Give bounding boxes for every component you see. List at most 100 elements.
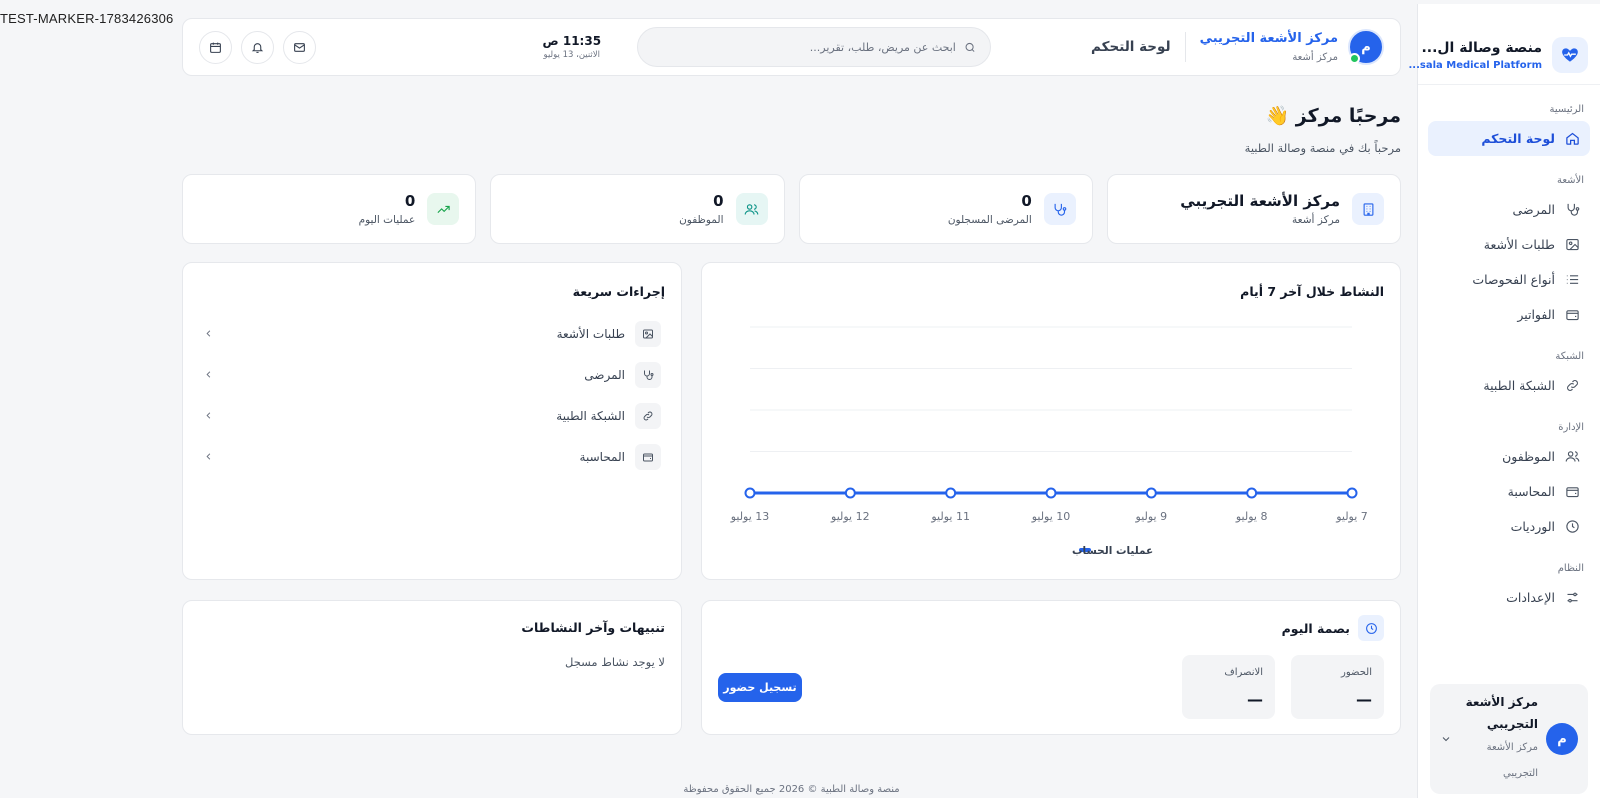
chevron-down-icon[interactable]: [1440, 733, 1452, 745]
user-name-line2: التجريبي: [1486, 717, 1538, 731]
header-user[interactable]: م مركز الأشعة التجريبي مركز أشعة: [1200, 29, 1384, 65]
chart-x-tick-label: 13 يوليو: [730, 510, 770, 523]
clock-time: 11:35 ص: [542, 34, 602, 48]
trending-up-icon: [427, 193, 460, 225]
sidebar-item-label: الفواتير: [1517, 307, 1555, 322]
sidebar-item-shifts[interactable]: الورديات: [1428, 509, 1590, 544]
brand[interactable]: منصة وصالة ال... ...sala Medical Platfor…: [1408, 4, 1600, 84]
users-icon: [735, 193, 768, 225]
checkin-label: الحضور: [1341, 667, 1372, 678]
sidebar-item-label: طلبات الأشعة: [1483, 237, 1555, 252]
activity-panel: النشاط خلال آخر 7 أيام 7 يوليو 8 يوليو 9 ي…: [701, 262, 1401, 580]
attendance-panel: بصمة اليوم الحضور — الانصراف — تسجيل حضو…: [701, 600, 1401, 735]
chart-x-tick-label: 9 يوليو: [1135, 510, 1168, 523]
sidebar-item-patients[interactable]: المرضى: [1428, 192, 1590, 227]
quick-action-label: المحاسبة: [579, 449, 625, 464]
top-header: م مركز الأشعة التجريبي مركز أشعة لوحة ال…: [182, 18, 1401, 76]
sidebar-item-label: الموظفون: [1502, 449, 1555, 464]
quick-action-accounting[interactable]: المحاسبة: [203, 436, 661, 477]
sidebar-item-label: أنواع الفحوصات: [1472, 272, 1555, 287]
sidebar-item-label: الشبكة الطبية: [1483, 378, 1555, 393]
sidebar-item-staff[interactable]: الموظفون: [1428, 439, 1590, 474]
stat-card-staff: 0 الموظفون: [490, 174, 785, 244]
chart-point: [945, 487, 957, 499]
online-status-dot: [1349, 53, 1360, 64]
brand-title: منصة وصالة ال...: [1421, 39, 1542, 56]
stat-card-center: مركز الأشعة التجريبي مركز أشعة: [1106, 174, 1401, 244]
image-icon: [635, 320, 661, 347]
page-title: لوحة التحكم: [1091, 39, 1171, 55]
building-icon: [1352, 193, 1384, 225]
link-icon: [635, 402, 661, 429]
footer: منصة وصالة الطبية © 2026 جميع الحقوق محف…: [683, 784, 900, 795]
chevron-left-icon: [206, 412, 211, 419]
quick-actions-panel: إجراءات سريعة طلبات الأشعة المرضى الشبكة…: [182, 262, 682, 580]
chart-x-tick-label: 10 يوليو: [1031, 510, 1071, 523]
chart-x-tick-label: 11 يوليو: [930, 510, 970, 523]
section-label-admin: الإدارة: [1558, 422, 1584, 433]
mail-icon: [294, 42, 305, 52]
sidebar: منصة وصالة ال... ...sala Medical Platfor…: [1408, 4, 1600, 798]
sidebar-item-exam-types[interactable]: أنواع الفحوصات: [1428, 262, 1590, 297]
wallet-icon: [1566, 487, 1579, 498]
clock-date: الاثنين، 13 يوليو: [543, 50, 601, 60]
sidebar-item-label: لوحة التحكم: [1481, 131, 1555, 146]
checkout-value: —: [1247, 690, 1263, 709]
stat-patients-value: 0: [1021, 192, 1032, 210]
clock-icon: [1358, 615, 1384, 641]
checkin-value: —: [1356, 690, 1372, 709]
stat-staff-value: 0: [713, 192, 724, 210]
avatar: م: [1546, 723, 1578, 755]
sidebar-item-medical-network[interactable]: الشبكة الطبية: [1428, 368, 1590, 403]
messages-button[interactable]: [283, 30, 316, 64]
avatar: م: [1348, 29, 1384, 65]
center-type: مركز أشعة: [1292, 52, 1338, 63]
user-role-line1: مركز الأشعة: [1486, 742, 1538, 753]
sidebar-item-xray-requests[interactable]: طلبات الأشعة: [1428, 227, 1590, 262]
bell-icon: [251, 42, 264, 53]
clock-icon: [1566, 520, 1579, 533]
sidebar-item-dashboard[interactable]: لوحة التحكم: [1428, 121, 1590, 156]
calendar-button[interactable]: [199, 30, 232, 64]
welcome-subtitle: مرحباً بك في منصة وصالة الطبية: [1244, 141, 1401, 155]
chart-point: [1045, 487, 1057, 499]
checkin-button[interactable]: تسجيل حضور: [718, 673, 802, 702]
users-icon: [1565, 451, 1580, 462]
sidebar-item-label: المرضى: [1512, 202, 1555, 217]
activity-chart: 7 يوليو 8 يوليو 9 يوليو 10 يوليو 11 يوليو 12 …: [730, 326, 1368, 557]
notifications-button[interactable]: [241, 30, 274, 64]
chart-x-tick-label: 8 يوليو: [1235, 510, 1268, 523]
section-label-radiology: الأشعة: [1556, 175, 1584, 186]
section-label-home: الرئيسية: [1549, 104, 1584, 115]
stethoscope-icon: [1567, 203, 1580, 216]
search-input[interactable]: [652, 40, 956, 54]
header-actions: [199, 30, 316, 64]
sidebar-item-settings[interactable]: الإعدادات: [1428, 580, 1590, 615]
sidebar-item-label: الورديات: [1510, 519, 1555, 534]
wallet-icon: [635, 443, 661, 470]
stethoscope-icon: [1043, 193, 1076, 225]
sidebar-item-invoices[interactable]: الفواتير: [1428, 297, 1590, 332]
calendar-icon: [210, 42, 221, 53]
checkin-box: الحضور —: [1291, 655, 1384, 719]
quick-action-label: المرضى: [584, 367, 625, 382]
brand-divider: [1418, 84, 1600, 85]
attendance-title: بصمة اليوم: [1281, 620, 1350, 636]
search-box[interactable]: [637, 27, 992, 67]
chart-point: [1346, 487, 1358, 499]
quick-action-medical-network[interactable]: الشبكة الطبية: [203, 395, 661, 436]
quick-action-xray-requests[interactable]: طلبات الأشعة: [203, 313, 661, 354]
sidebar-item-label: المحاسبة: [1507, 484, 1555, 499]
header-divider: [1184, 32, 1186, 62]
sidebar-item-accounting[interactable]: المحاسبة: [1428, 474, 1590, 509]
sliders-icon: [1567, 592, 1578, 603]
chart-x-tick-label: 7 يوليو: [1335, 510, 1368, 523]
avatar-letter: م: [1361, 39, 1371, 55]
welcome-title: مرحبًا مركز 👋: [1265, 105, 1401, 127]
sidebar-user-card[interactable]: م مركز الأشعة التجريبي مركز الأشعة التجر…: [1430, 684, 1588, 794]
chart-point: [1246, 487, 1258, 499]
quick-action-patients[interactable]: المرضى: [203, 354, 661, 395]
user-role-line2: التجريبي: [1503, 768, 1538, 779]
search-icon: [965, 42, 975, 52]
image-icon: [1566, 238, 1579, 251]
